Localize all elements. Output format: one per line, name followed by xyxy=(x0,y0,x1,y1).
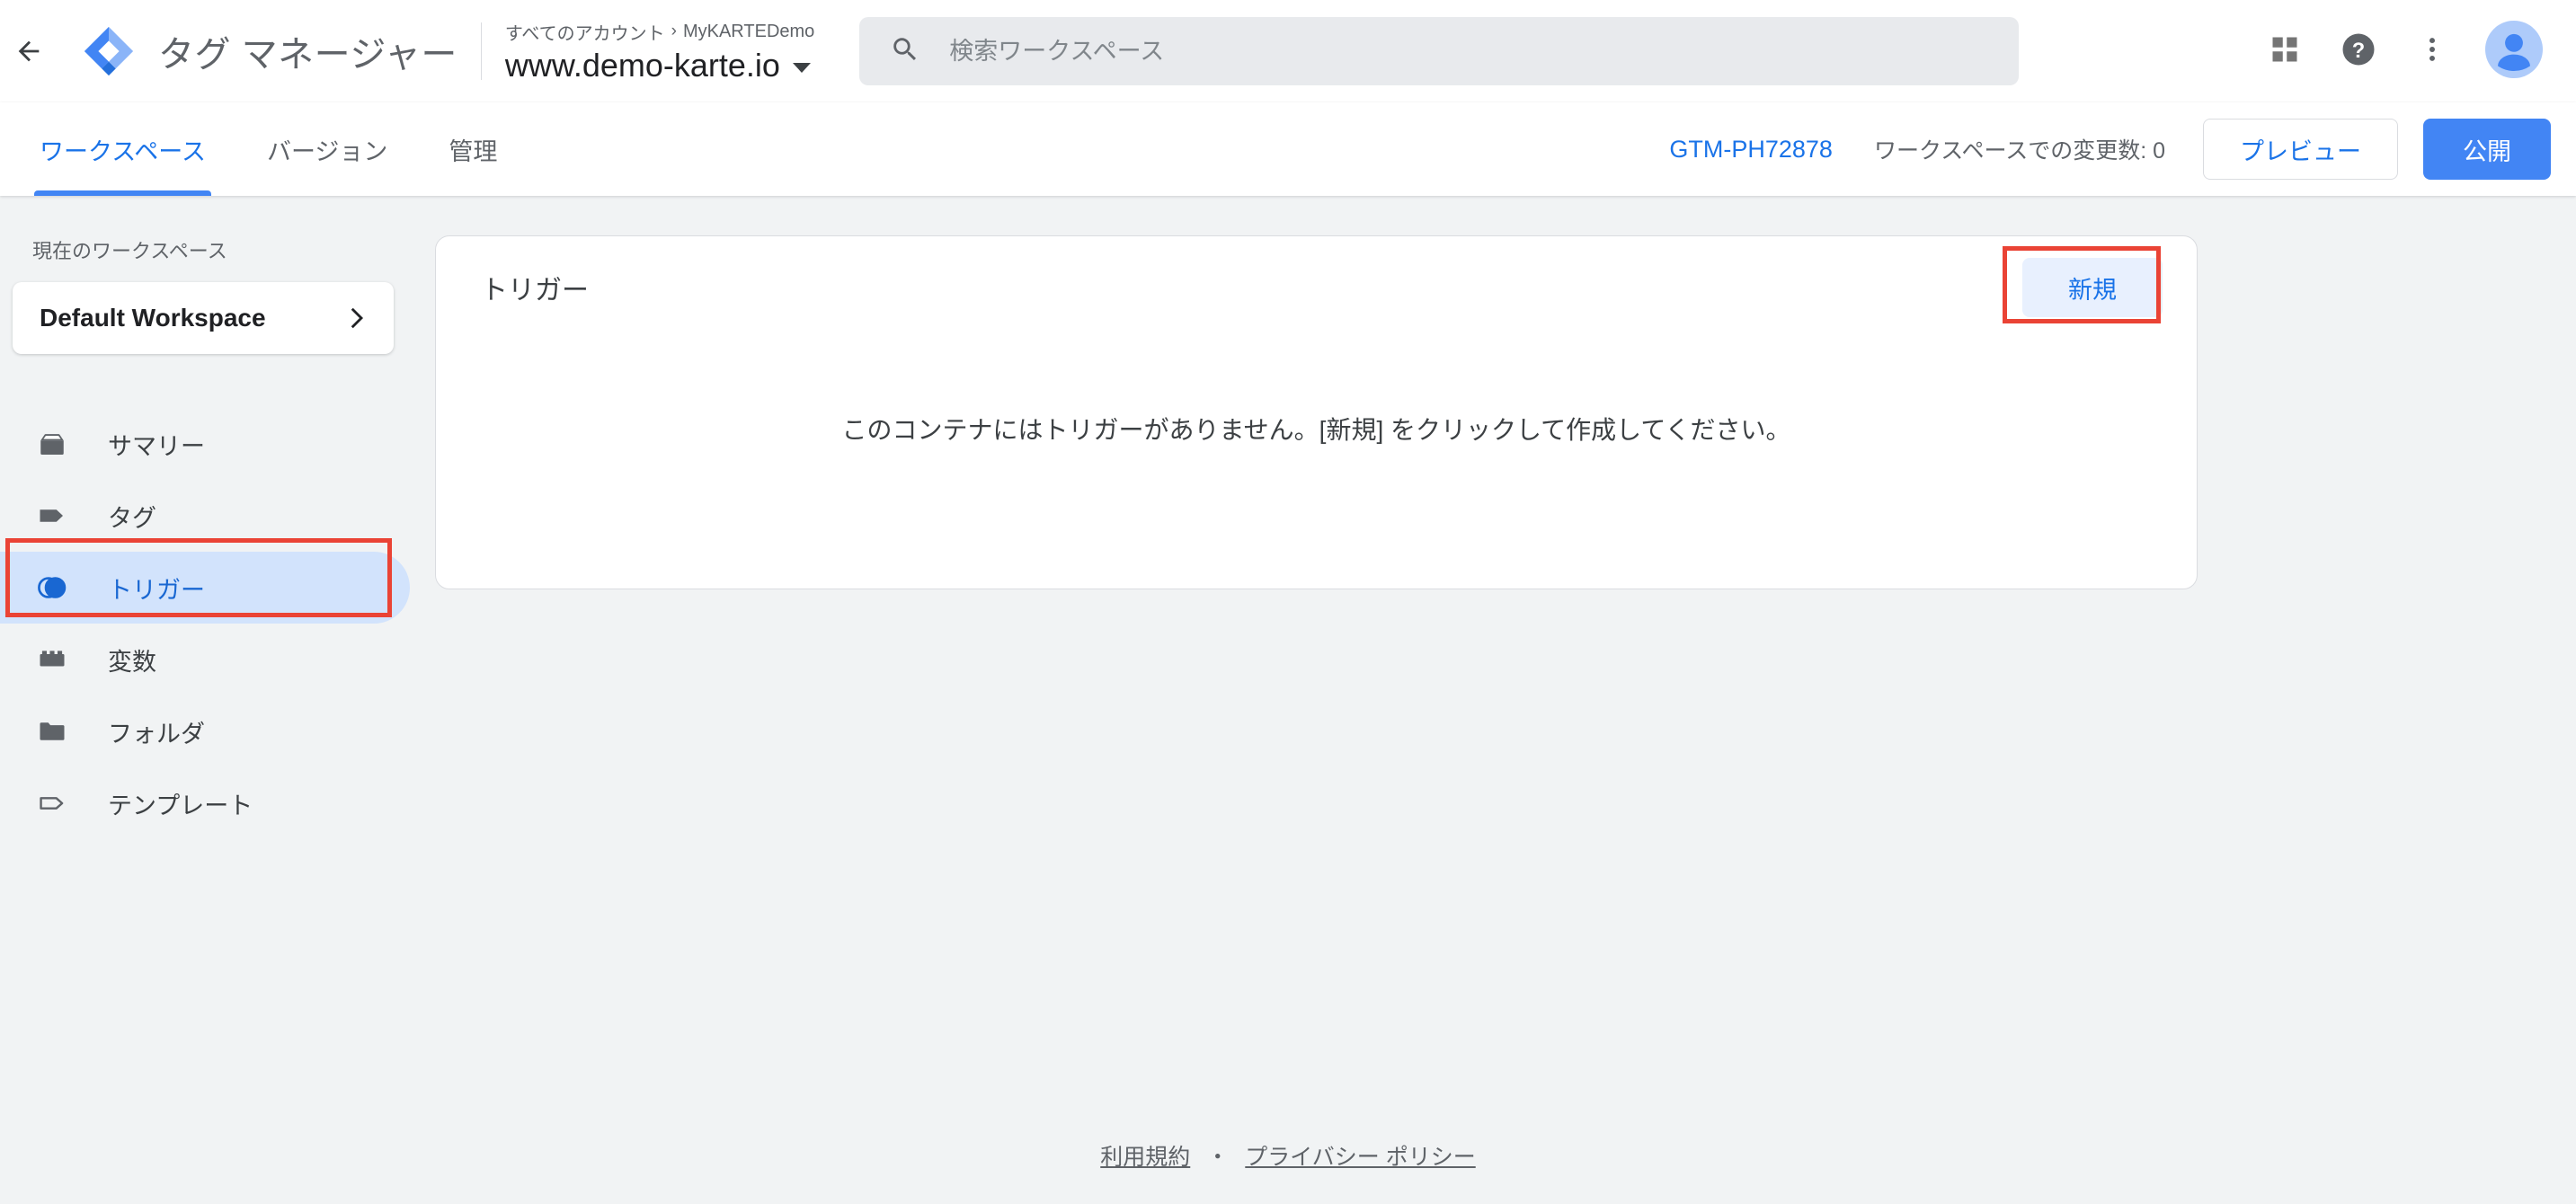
more-vert-icon xyxy=(2417,34,2447,69)
search-input[interactable] xyxy=(949,37,1989,66)
top-bar-actions: ? xyxy=(2252,18,2576,84)
page-title: トリガー xyxy=(481,276,589,305)
brand-block[interactable]: タグ マネージャー xyxy=(81,23,457,79)
avatar xyxy=(2485,20,2543,83)
container-selector[interactable]: www.demo-karte.io xyxy=(505,47,814,84)
footer: 利用規約 ・ プライバシー ポリシー xyxy=(0,1139,2576,1172)
sidebar-item-folders[interactable]: フォルダ xyxy=(0,695,410,767)
terms-of-service-link[interactable]: 利用規約 xyxy=(1100,1139,1190,1172)
gtm-container-id[interactable]: GTM-PH72878 xyxy=(1669,136,1833,164)
sidebar-item-templates-label: テンプレート xyxy=(108,792,253,819)
help-icon: ? xyxy=(2340,31,2377,73)
help-button[interactable]: ? xyxy=(2326,19,2391,84)
sidebar-nav: サマリー タグ トリガー 変数 フォルダ テンプレート xyxy=(0,408,435,839)
container-info: すべてのアカウント › MyKARTEDemo www.demo-karte.i… xyxy=(505,19,814,84)
summary-box-icon xyxy=(32,428,72,460)
triggers-card-header: トリガー 新規 xyxy=(436,236,2197,339)
sidebar-item-variables-label: 変数 xyxy=(108,648,156,676)
breadcrumb-account[interactable]: すべてのアカウント xyxy=(505,19,665,45)
workspace-name: Default Workspace xyxy=(40,304,266,332)
preview-button[interactable]: プレビュー xyxy=(2203,119,2398,180)
tab-versions[interactable]: バージョン xyxy=(236,102,418,196)
tab-versions-label: バージョン xyxy=(266,137,388,165)
sidebar-item-templates[interactable]: テンプレート xyxy=(0,767,410,839)
publish-button[interactable]: 公開 xyxy=(2423,119,2551,180)
account-avatar-button[interactable] xyxy=(2481,18,2547,84)
search-icon xyxy=(890,34,920,69)
folder-icon xyxy=(32,715,72,748)
container-name: www.demo-karte.io xyxy=(504,46,780,84)
variable-brick-icon xyxy=(32,643,72,676)
search-box[interactable] xyxy=(859,17,2020,85)
tab-workspace[interactable]: ワークスペース xyxy=(9,102,236,196)
main-content: トリガー 新規 このコンテナにはトリガーがありません。[新規] をクリックして作… xyxy=(435,196,2576,1204)
privacy-policy-link[interactable]: プライバシー ポリシー xyxy=(1245,1139,1475,1172)
back-button[interactable] xyxy=(4,26,54,76)
chevron-down-icon xyxy=(792,63,811,73)
sidebar-item-summary-label: サマリー xyxy=(108,432,205,460)
template-tag-icon xyxy=(32,787,72,819)
top-app-bar: タグ マネージャー すべてのアカウント › MyKARTEDemo www.de… xyxy=(0,0,2576,102)
sidebar-item-triggers[interactable]: トリガー xyxy=(0,552,410,624)
header-divider xyxy=(480,22,482,80)
svg-text:?: ? xyxy=(2352,39,2365,62)
sidebar-item-folders-label: フォルダ xyxy=(108,720,205,748)
workspace-tab-bar: ワークスペース バージョン 管理 GTM-PH72878 ワークスペースでの変更… xyxy=(0,102,2576,196)
chevron-right-icon xyxy=(342,305,369,332)
empty-state-message: このコンテナにはトリガーがありません。[新規] をクリックして作成してください。 xyxy=(841,416,1791,444)
more-options-button[interactable] xyxy=(2400,19,2465,84)
tab-admin[interactable]: 管理 xyxy=(418,102,528,196)
tab-list: ワークスペース バージョン 管理 xyxy=(0,102,528,196)
left-sidebar: 現在のワークスペース Default Workspace サマリー タグ トリガ… xyxy=(0,196,435,1204)
tab-bar-right-actions: GTM-PH72878 ワークスペースでの変更数: 0 プレビュー 公開 xyxy=(1669,119,2576,180)
sidebar-item-tags[interactable]: タグ xyxy=(0,480,410,552)
apps-grid-icon xyxy=(2269,33,2301,70)
google-tag-manager-logo xyxy=(81,23,137,79)
triggers-card: トリガー 新規 このコンテナにはトリガーがありません。[新規] をクリックして作… xyxy=(435,235,2198,589)
new-trigger-button[interactable]: 新規 xyxy=(2022,258,2163,317)
chevron-right-icon: › xyxy=(671,22,677,40)
breadcrumb: すべてのアカウント › MyKARTEDemo xyxy=(505,19,814,45)
tag-icon xyxy=(32,500,72,532)
sidebar-item-variables[interactable]: 変数 xyxy=(0,624,410,695)
sidebar-item-summary[interactable]: サマリー xyxy=(0,408,410,480)
workspace-changes-count: ワークスペースでの変更数: 0 xyxy=(1873,138,2165,164)
sidebar-item-triggers-label: トリガー xyxy=(108,576,205,604)
workspace-selector-card[interactable]: Default Workspace xyxy=(13,282,394,354)
sidebar-item-tags-label: タグ xyxy=(108,504,156,532)
tab-workspace-label: ワークスペース xyxy=(40,137,206,165)
product-title: タグ マネージャー xyxy=(158,35,457,75)
apps-grid-button[interactable] xyxy=(2252,19,2317,84)
back-arrow-icon xyxy=(13,36,44,66)
tab-admin-label: 管理 xyxy=(449,137,498,165)
current-workspace-label: 現在のワークスペース xyxy=(32,240,227,262)
footer-separator: ・ xyxy=(1206,1145,1230,1170)
trigger-icon xyxy=(32,571,72,605)
breadcrumb-container-group[interactable]: MyKARTEDemo xyxy=(683,22,814,42)
